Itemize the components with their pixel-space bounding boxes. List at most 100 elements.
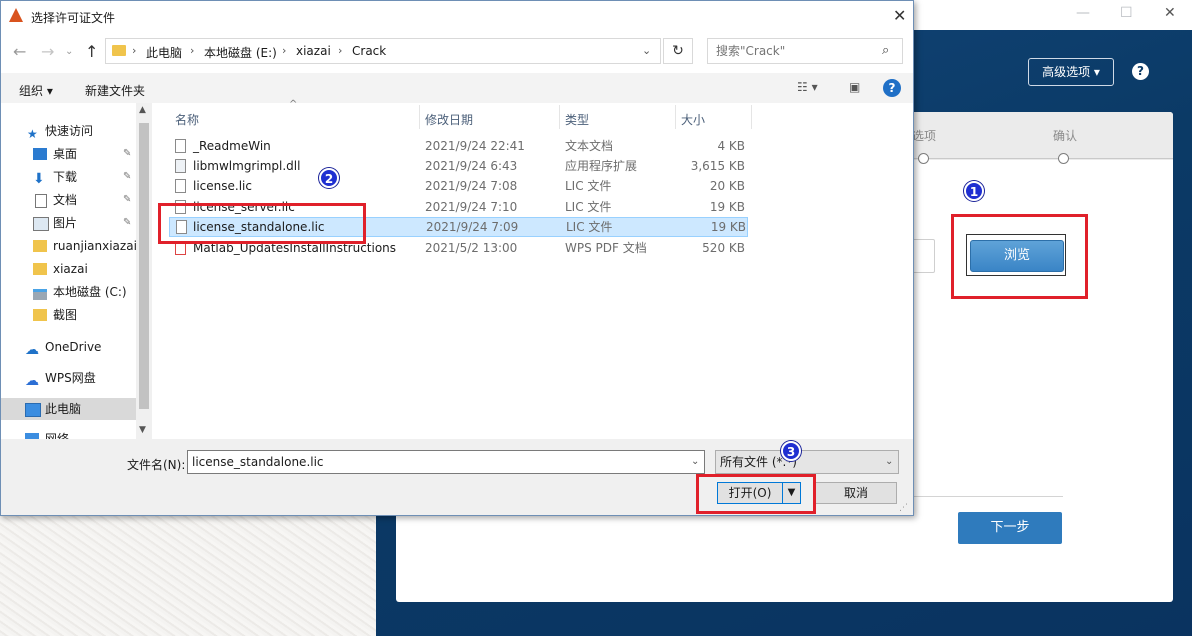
step-label-confirm: 确认 bbox=[1053, 129, 1078, 143]
dll-file-icon bbox=[175, 159, 186, 173]
file-size: 20 KB bbox=[709, 179, 745, 193]
nav-item-xiazai[interactable]: xiazai bbox=[1, 258, 136, 280]
close-icon[interactable]: ✕ bbox=[1164, 5, 1176, 21]
file-size: 19 KB bbox=[709, 200, 745, 214]
cloud-icon: ☁ bbox=[25, 373, 39, 389]
file-type-filter[interactable]: 所有文件 (*.*) bbox=[715, 450, 899, 474]
file-type: WPS PDF 文档 bbox=[565, 241, 647, 255]
search-icon[interactable]: ⌕ bbox=[882, 43, 889, 58]
close-icon[interactable]: ✕ bbox=[893, 6, 906, 25]
column-separator bbox=[751, 105, 752, 129]
column-separator bbox=[419, 105, 420, 129]
download-icon: ⬇ bbox=[33, 171, 45, 187]
column-header-size[interactable]: 大小 bbox=[681, 111, 705, 128]
star-icon: ★ bbox=[27, 127, 38, 141]
folder-icon bbox=[33, 240, 47, 252]
nav-label: xiazai bbox=[53, 262, 88, 276]
chevron-down-icon[interactable]: ⌄ bbox=[691, 456, 699, 467]
step-label-options: 选项 bbox=[912, 129, 937, 143]
column-header-date[interactable]: 修改日期 bbox=[425, 111, 473, 128]
help-icon[interactable]: ? bbox=[883, 79, 901, 97]
preview-pane-icon[interactable]: ▣ bbox=[849, 80, 860, 94]
refresh-button[interactable]: ↻ bbox=[663, 38, 693, 64]
pin-icon: ✎ bbox=[123, 171, 132, 182]
minimize-icon[interactable]: — bbox=[1076, 5, 1090, 21]
chevron-down-icon[interactable]: ⌄ bbox=[885, 456, 893, 467]
maximize-icon[interactable]: ☐ bbox=[1120, 5, 1133, 21]
nav-item-downloads[interactable]: ⬇ 下载 ✎ bbox=[1, 166, 136, 188]
chevron-down-icon[interactable]: ⌄ bbox=[642, 44, 651, 57]
nav-item-pictures[interactable]: 图片 ✎ bbox=[1, 212, 136, 234]
scroll-down-icon[interactable]: ▼ bbox=[139, 425, 146, 435]
nav-item-screenshots[interactable]: 截图 bbox=[1, 304, 136, 326]
column-header-type[interactable]: 类型 bbox=[565, 111, 589, 128]
chevron-right-icon: › bbox=[282, 44, 287, 57]
nav-item-documents[interactable]: 文档 ✎ bbox=[1, 189, 136, 211]
nav-item-quick-access[interactable]: ★ 快速访问 bbox=[1, 120, 136, 142]
file-name: license.lic bbox=[193, 179, 252, 193]
highlight-selected-file bbox=[158, 203, 366, 244]
cloud-icon: ☁ bbox=[25, 342, 39, 358]
breadcrumb-drive-e[interactable]: 本地磁盘 (E:) bbox=[204, 44, 277, 61]
file-date: 2021/5/2 13:00 bbox=[425, 241, 518, 255]
nav-scroll-thumb[interactable] bbox=[139, 123, 149, 409]
drive-icon bbox=[33, 289, 47, 300]
scroll-up-icon[interactable]: ▲ bbox=[139, 105, 146, 115]
step-dot-options bbox=[918, 153, 929, 164]
breadcrumb-this-pc[interactable]: 此电脑 bbox=[146, 44, 182, 61]
badge-3: 3 bbox=[781, 441, 801, 461]
sort-caret-icon: ^ bbox=[289, 99, 298, 110]
nav-item-drive-c[interactable]: 本地磁盘 (C:) bbox=[1, 281, 136, 303]
file-type: LIC 文件 bbox=[565, 200, 612, 214]
file-type: LIC 文件 bbox=[566, 220, 613, 234]
help-icon[interactable]: ? bbox=[1132, 63, 1149, 80]
search-input[interactable] bbox=[716, 44, 866, 58]
new-folder-button[interactable]: 新建文件夹 bbox=[85, 82, 145, 99]
badge-2: 2 bbox=[319, 168, 339, 188]
file-row[interactable]: _ReadmeWin 2021/9/24 22:41 文本文档 4 KB bbox=[169, 136, 748, 156]
cancel-button[interactable]: 取消 bbox=[815, 482, 897, 504]
nav-label: 图片 bbox=[53, 216, 78, 230]
nav-item-this-pc[interactable]: 此电脑 bbox=[1, 398, 136, 420]
next-button[interactable]: 下一步 bbox=[958, 512, 1062, 544]
column-header-name[interactable]: 名称 bbox=[175, 111, 199, 128]
file-date: 2021/9/24 7:08 bbox=[425, 179, 518, 193]
file-type: 应用程序扩展 bbox=[565, 159, 638, 173]
advanced-options-button[interactable]: 高级选项 ▾ bbox=[1028, 58, 1114, 86]
nav-item-onedrive[interactable]: ☁ OneDrive bbox=[1, 336, 136, 358]
up-icon[interactable]: ↑ bbox=[85, 42, 98, 61]
file-size: 4 KB bbox=[717, 139, 745, 153]
file-row[interactable]: libmwlmgrimpl.dll 2021/9/24 6:43 应用程序扩展 … bbox=[169, 156, 748, 176]
nav-label: 此电脑 bbox=[45, 402, 82, 416]
desktop-background bbox=[0, 515, 376, 636]
nav-item-wps-drive[interactable]: ☁ WPS网盘 bbox=[1, 367, 136, 389]
file-date: 2021/9/24 7:10 bbox=[425, 200, 518, 214]
nav-label: 文档 bbox=[53, 193, 78, 207]
organize-button[interactable]: 组织 ▾ bbox=[19, 82, 53, 99]
file-name: libmwlmgrimpl.dll bbox=[193, 159, 301, 173]
nav-item-network[interactable]: 网络 bbox=[1, 428, 136, 439]
recent-chevron-icon[interactable]: ⌄ bbox=[65, 46, 73, 57]
forward-icon[interactable]: → bbox=[41, 42, 54, 61]
back-icon[interactable]: ← bbox=[13, 42, 26, 61]
file-icon bbox=[175, 179, 186, 193]
navigation-pane: ★ 快速访问 桌面 ✎ ⬇ 下载 ✎ 文档 ✎ 图片 ✎ ruanjianxia… bbox=[1, 103, 152, 439]
dialog-toolbar: 组织 ▾ 新建文件夹 ☷ ▾ ▣ bbox=[1, 73, 913, 103]
nav-item-ruanjianxiazai[interactable]: ruanjianxiazai bbox=[1, 235, 137, 257]
search-box[interactable]: ⌕ bbox=[707, 38, 903, 64]
breadcrumb-xiazai[interactable]: xiazai bbox=[296, 44, 331, 58]
breadcrumb-crack[interactable]: Crack bbox=[352, 44, 386, 58]
folder-icon bbox=[112, 45, 126, 56]
view-options-icon[interactable]: ☷ ▾ bbox=[797, 80, 818, 94]
folder-icon bbox=[33, 309, 47, 321]
file-row[interactable]: license.lic 2021/9/24 7:08 LIC 文件 20 KB bbox=[169, 176, 748, 196]
filename-input[interactable] bbox=[187, 450, 705, 474]
file-type: 文本文档 bbox=[565, 139, 614, 153]
resize-grip-icon[interactable]: ⋰ bbox=[899, 503, 908, 513]
nav-label: 本地磁盘 (C:) bbox=[53, 285, 127, 299]
nav-item-desktop[interactable]: 桌面 ✎ bbox=[1, 143, 136, 165]
address-bar[interactable]: › 此电脑 › 本地磁盘 (E:) › xiazai › Crack ⌄ bbox=[105, 38, 661, 64]
nav-label: 截图 bbox=[53, 308, 78, 322]
desktop-icon bbox=[33, 148, 47, 160]
file-date: 2021/9/24 6:43 bbox=[425, 159, 518, 173]
